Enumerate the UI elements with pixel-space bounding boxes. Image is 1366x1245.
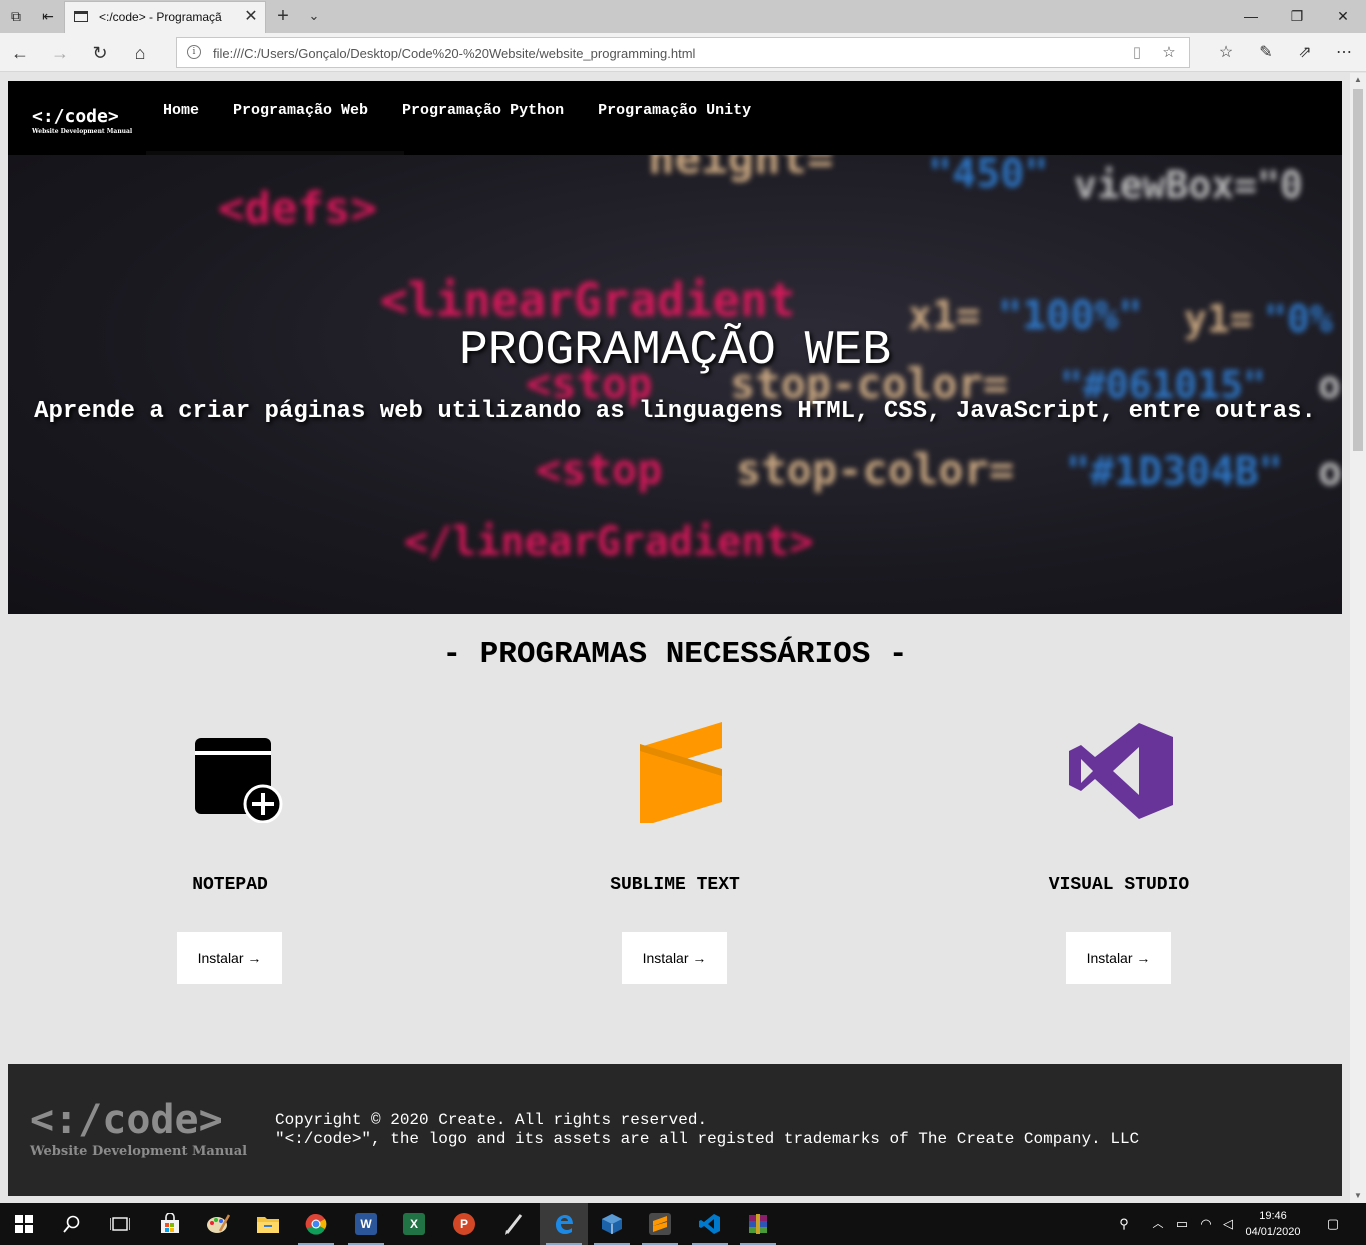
sublime-icon[interactable] [636,1203,684,1245]
nav-link-unity[interactable]: Programação Unity [581,101,768,121]
scroll-down-icon[interactable]: ▼ [1350,1189,1366,1203]
address-bar[interactable]: i file:///C:/Users/Gonçalo/Desktop/Code%… [176,37,1190,68]
hero-banner: <defs> height= "450" viewBox="0 <linearG… [8,155,1342,614]
program-name: NOTEPAD [192,875,268,895]
chrome-icon[interactable] [292,1203,340,1245]
bg-code-line: height= [648,155,834,184]
trademark-line: "<:/code>", the logo and its assets are … [275,1130,1140,1148]
more-icon[interactable]: ⋯ [1332,41,1356,65]
task-view-icon[interactable] [96,1203,144,1245]
footer-logo-text: <:/code> [30,1097,223,1143]
maximize-icon[interactable]: ❐ [1274,0,1320,33]
page-icon [74,11,88,22]
copyright-line: Copyright © 2020 Create. All rights rese… [275,1111,708,1129]
install-visual-studio-button[interactable]: Instalar → [1066,932,1171,984]
scroll-thumb[interactable] [1353,89,1363,451]
nav-link-python[interactable]: Programação Python [385,101,581,121]
sublime-text-icon [640,722,722,823]
hero-title: PROGRAMAÇÃO WEB [458,324,892,378]
chevron-up-icon[interactable]: ︿ [1150,1203,1166,1245]
nav-links: Home Programação Web Programação Python … [146,101,768,121]
address-text[interactable]: file:///C:/Users/Gonçalo/Desktop/Code%20… [213,46,695,61]
clock-time: 19:46 [1259,1210,1287,1222]
nav-link-home[interactable]: Home [146,101,216,121]
install-sublime-button[interactable]: Instalar → [622,932,727,984]
logo-subtitle: Website Development Manual [32,128,133,135]
scroll-up-icon[interactable]: ▲ [1350,73,1366,87]
store-icon[interactable] [146,1203,194,1245]
program-name: VISUAL STUDIO [1048,875,1190,895]
reading-view-icon[interactable]: ▯ [1127,43,1147,63]
refresh-icon[interactable]: ↻ [88,41,112,65]
footer-logo-subtitle: Website Development Manual [30,1144,248,1159]
tab-title: <:/code> - Programaçã [99,10,222,24]
volume-icon[interactable]: ◁ [1218,1203,1238,1245]
favorites-hub-icon[interactable]: ☆ [1214,41,1238,65]
people-icon[interactable]: ⚲ [1112,1203,1136,1245]
browser-tab[interactable]: <:/code> - Programaçã ✕ [64,1,266,33]
windows-taskbar: W X P ⚲ ︿ ▭ ◠ ◁ 19:46 04/01/2020 ▢ [0,1203,1366,1245]
start-icon[interactable] [0,1203,48,1245]
forward-icon[interactable]: → [48,41,72,65]
file-explorer-icon[interactable] [244,1203,292,1245]
wifi-icon[interactable]: ◠ [1196,1203,1216,1245]
minimize-icon[interactable]: — [1228,0,1274,33]
powerpoint-icon[interactable]: P [440,1203,488,1245]
site-navbar: <:/code> Website Development Manual Home… [8,81,1342,155]
bg-code-line: <defs> [218,183,377,234]
excel-icon[interactable]: X [390,1203,438,1245]
notepad-icon [195,738,283,823]
vscode-icon[interactable] [686,1203,734,1245]
bg-code-line: o [1318,449,1342,495]
search-icon[interactable] [48,1203,96,1245]
section-title: - PROGRAMAS NECESSÁRIOS - [442,637,908,672]
logo-text: <:/code> [32,106,119,127]
word-icon[interactable]: W [342,1203,390,1245]
site-logo[interactable]: <:/code> Website Development Manual [32,107,132,136]
battery-icon[interactable]: ▭ [1172,1203,1192,1245]
nav-link-web[interactable]: Programação Web [216,101,385,121]
footer-copyright: Copyright © 2020 Create. All rights rese… [275,1111,1139,1149]
bg-code-line: <stop [536,445,663,494]
virtualbox-icon[interactable] [588,1203,636,1245]
pen-icon[interactable]: ✎ [1254,41,1278,65]
notifications-icon[interactable]: ▢ [1320,1203,1346,1245]
favorite-star-icon[interactable]: ☆ [1159,43,1179,63]
new-tab-icon[interactable]: + [272,4,294,28]
window-close-icon[interactable]: ✕ [1320,0,1366,33]
home-icon[interactable]: ⌂ [128,41,152,65]
browser-toolbar: ← → ↻ ⌂ i file:///C:/Users/Gonçalo/Deskt… [0,33,1366,72]
visual-studio-icon [1069,723,1173,819]
set-aside-tabs-icon[interactable]: ⇤ [38,6,58,26]
site-footer: <:/code> Website Development Manual Copy… [8,1064,1342,1196]
clock-date: 04/01/2020 [1245,1226,1301,1238]
footer-logo[interactable]: <:/code> Website Development Manual [30,1098,247,1160]
taskbar-clock[interactable]: 19:46 04/01/2020 [1243,1208,1303,1240]
share-icon[interactable]: ⇗ [1293,41,1317,65]
bg-code-line: "#1D304B" [1066,449,1283,495]
bg-code-line: "450" [928,155,1049,197]
bg-code-line: </linearGradient> [404,519,814,565]
vertical-scrollbar[interactable]: ▲ ▼ [1350,73,1366,1203]
bg-code-line: <linearGradient [380,273,796,327]
bg-code-line: viewBox="0 [1074,163,1303,207]
hero-subtitle: Aprende a criar páginas web utilizando a… [34,398,1316,425]
edge-icon[interactable] [540,1203,588,1245]
close-icon[interactable]: ✕ [241,7,261,27]
page-viewport: <:/code> Website Development Manual Home… [0,73,1350,1203]
bg-code-line: stop-color= [736,445,1015,494]
winrar-icon[interactable] [734,1203,782,1245]
browser-tab-bar: ⧉ ⇤ <:/code> - Programaçã ✕ + ⌄ — ❐ ✕ [0,0,1366,33]
back-icon[interactable]: ← [8,41,32,65]
tab-preview-icon[interactable]: ⧉ [6,6,26,26]
pen-app-icon[interactable] [490,1203,538,1245]
info-icon[interactable]: i [187,45,201,59]
chevron-down-icon[interactable]: ⌄ [304,4,324,28]
install-notepad-button[interactable]: Instalar → [177,932,282,984]
program-name: SUBLIME TEXT [610,875,740,895]
paint-icon[interactable] [194,1203,242,1245]
